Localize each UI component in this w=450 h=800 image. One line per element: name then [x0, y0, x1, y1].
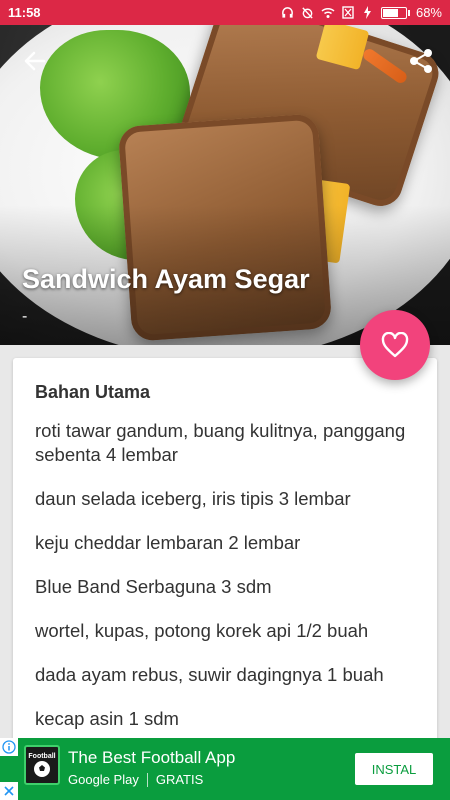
ingredient-item: keju cheddar lembaran 2 lembar [35, 532, 301, 553]
ingredient-item: dada ayam rebus, suwir dagingnya 1 buah [35, 664, 384, 685]
ingredient-item: kecap asin 1 sdm [35, 708, 179, 729]
ad-info-button[interactable] [0, 738, 18, 756]
status-time: 11:58 [8, 5, 41, 20]
battery-percent: 68% [415, 5, 442, 20]
section-title: Bahan Utama [35, 382, 151, 402]
wifi-icon [321, 6, 335, 20]
recipe-subtitle: - [22, 308, 28, 325]
ingredient-item: wortel, kupas, potong korek api 1/2 buah [35, 620, 369, 641]
back-button[interactable] [18, 44, 52, 78]
battery-icon [380, 6, 410, 19]
status-bar: 11:58 68% [0, 0, 450, 25]
info-icon [2, 740, 16, 754]
ad-banner[interactable]: Football The Best Football App Google Pl… [0, 738, 450, 800]
share-icon [410, 49, 432, 73]
ingredients-card: Bahan Utama roti tawar gandum, buang kul… [13, 358, 437, 758]
ad-close-button[interactable] [0, 782, 18, 800]
ingredient-item: roti tawar gandum, buang kulitnya, pangg… [35, 420, 406, 465]
charging-icon [361, 6, 375, 20]
ad-title: The Best Football App [68, 748, 236, 767]
ad-text: The Best Football App Google Play GRATIS [68, 748, 235, 787]
headphones-icon [281, 6, 295, 20]
ad-store: Google Play [68, 772, 139, 787]
ad-install-button[interactable]: INSTAL [355, 753, 433, 785]
sim-icon [341, 6, 355, 20]
arrow-back-icon [24, 51, 46, 71]
ad-separator [146, 772, 148, 787]
recipe-title: Sandwich Ayam Segar [22, 264, 310, 294]
ad-subtitle: Google Play GRATIS [68, 772, 235, 787]
football-icon [34, 760, 50, 777]
close-icon [4, 786, 14, 796]
ingredient-item: daun selada iceberg, iris tipis 3 lembar [35, 488, 351, 509]
ad-app-logo: Football [24, 745, 60, 785]
alarm-off-icon [301, 6, 315, 20]
share-button[interactable] [404, 44, 438, 78]
favorite-button[interactable] [360, 310, 430, 380]
status-icons: 68% [281, 5, 442, 20]
ad-price: GRATIS [155, 772, 204, 787]
ad-logo-text: Football [28, 752, 56, 760]
heart-icon [381, 332, 409, 358]
ingredient-item: Blue Band Serbaguna 3 sdm [35, 576, 272, 597]
